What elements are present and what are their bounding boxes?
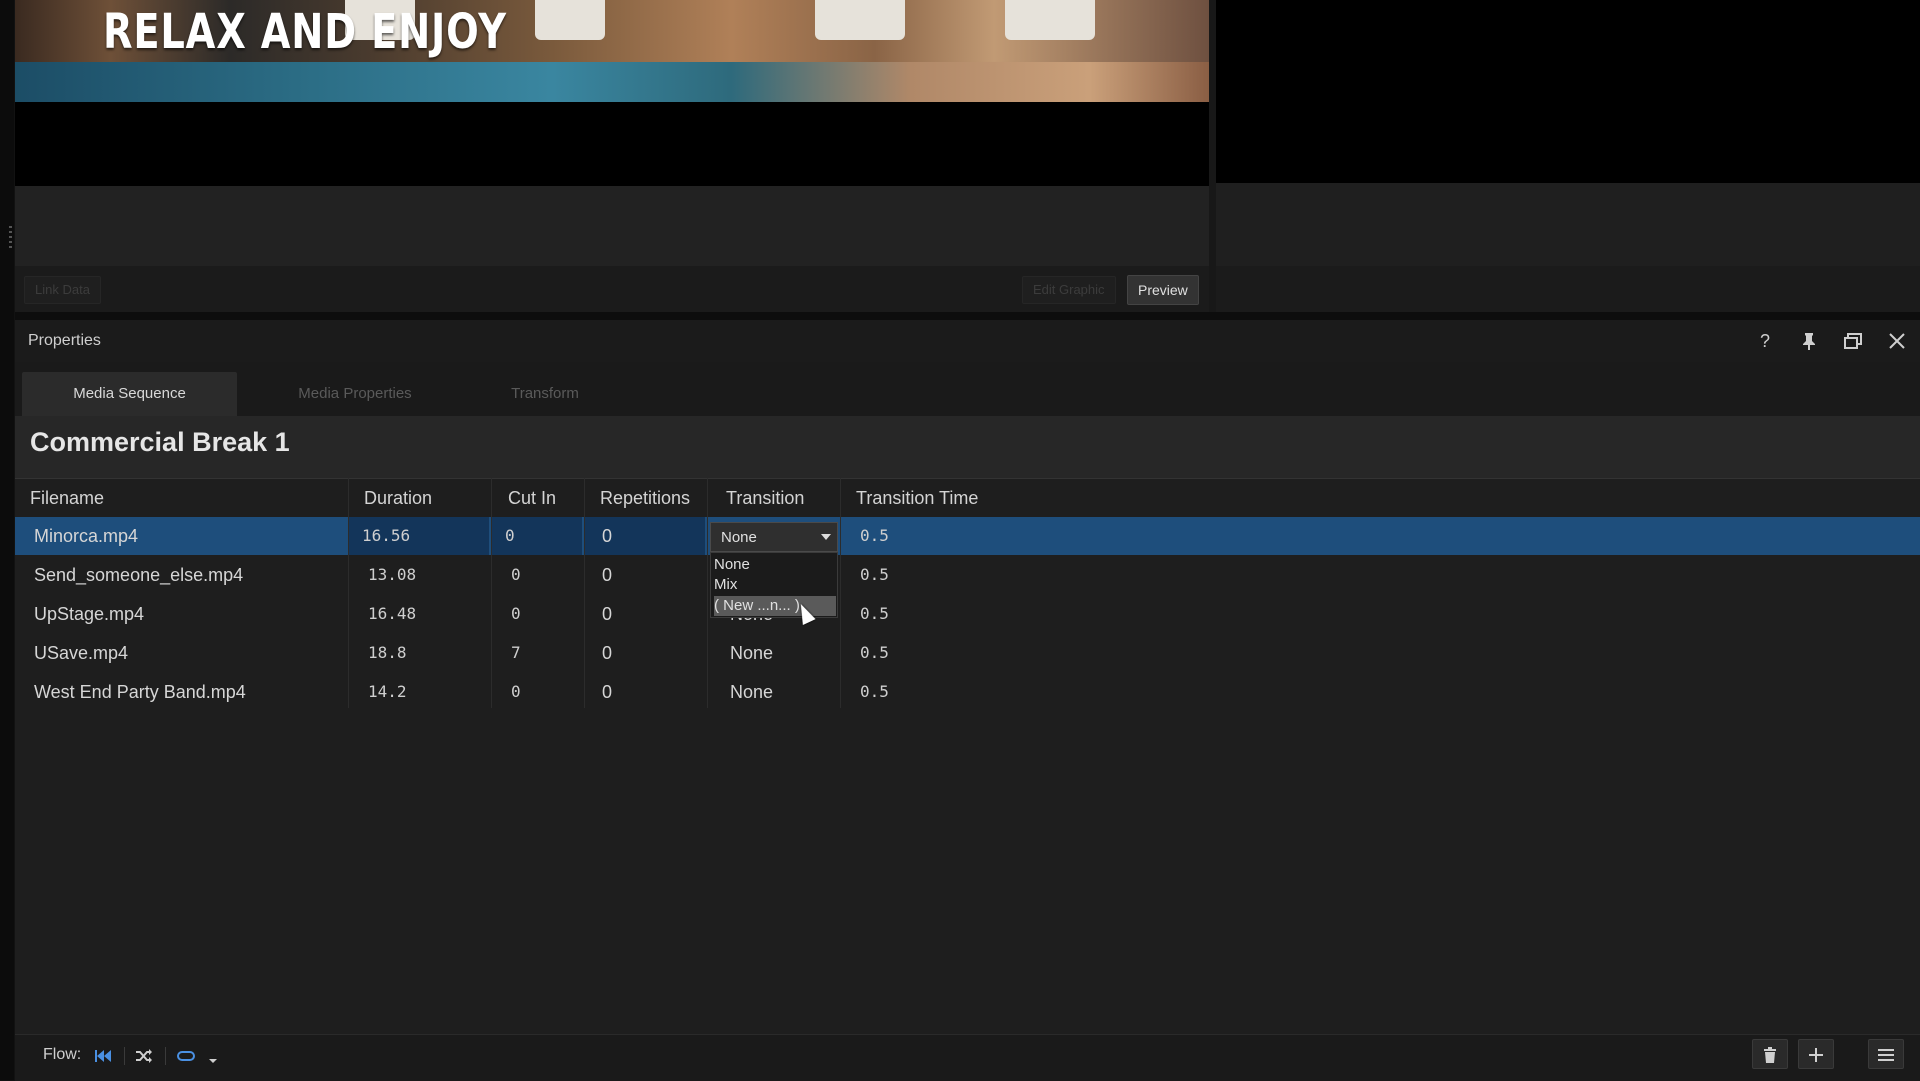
tab-transform[interactable]: Transform — [470, 372, 620, 416]
column-divider — [840, 478, 841, 708]
repetitions-cell[interactable]: 0 — [602, 595, 612, 633]
link-data-button[interactable]: Link Data — [24, 276, 101, 304]
flow-label: Flow: — [43, 1046, 82, 1063]
secondary-toolbar — [1216, 266, 1920, 312]
column-header-transition[interactable]: Transition — [726, 488, 804, 509]
column-divider — [584, 478, 585, 708]
repetitions-cell[interactable]: 0 — [585, 517, 705, 555]
umbrella-shape — [1005, 0, 1095, 40]
column-header-filename[interactable]: Filename — [30, 488, 104, 509]
panel-header — [15, 320, 1920, 362]
transition-option-none[interactable]: None — [714, 555, 836, 575]
footer-separator — [124, 1047, 125, 1065]
edit-graphic-button[interactable]: Edit Graphic — [1022, 276, 1116, 304]
transition-time-cell[interactable]: 0.5 — [860, 595, 889, 633]
cut-in-cell[interactable]: 0 — [511, 673, 521, 711]
preview-empty-area — [15, 186, 1209, 266]
sequence-title: Commercial Break 1 — [30, 427, 290, 457]
delete-button[interactable] — [1752, 1039, 1788, 1069]
transition-select[interactable]: None — [710, 522, 838, 552]
preview-button[interactable]: Preview — [1127, 275, 1199, 305]
duration-cell[interactable]: 18.8 — [368, 634, 407, 672]
add-icon — [1809, 1048, 1823, 1062]
pool-area — [15, 62, 1209, 102]
transition-cell[interactable]: None — [730, 634, 773, 672]
table-row[interactable]: Send_someone_else.mp4 13.08 0 0 0.5 — [15, 556, 1920, 594]
filename-cell[interactable]: West End Party Band.mp4 — [34, 673, 246, 711]
column-divider — [491, 478, 492, 708]
transition-time-cell[interactable]: 0.5 — [860, 556, 889, 594]
transition-select-value: None — [721, 529, 757, 546]
pin-icon[interactable] — [1794, 326, 1824, 356]
panel-title: Properties — [28, 332, 101, 349]
duration-cell[interactable]: 16.48 — [368, 595, 416, 633]
delete-icon — [1764, 1047, 1776, 1063]
column-header-duration[interactable]: Duration — [364, 488, 432, 509]
cut-in-cell[interactable]: 0 — [492, 517, 582, 555]
footer-separator — [165, 1047, 166, 1065]
umbrella-shape — [535, 0, 605, 40]
add-button[interactable] — [1798, 1039, 1834, 1069]
duration-cell[interactable]: 14.2 — [368, 673, 407, 711]
filename-cell[interactable]: USave.mp4 — [34, 634, 128, 672]
duration-cell[interactable]: 13.08 — [368, 556, 416, 594]
menu-icon — [1878, 1049, 1894, 1061]
secondary-preview — [1216, 0, 1920, 183]
cut-in-cell[interactable]: 7 — [511, 634, 521, 672]
transition-cell[interactable]: None — [730, 673, 773, 711]
filename-cell[interactable]: UpStage.mp4 — [34, 595, 144, 633]
umbrella-shape — [815, 0, 905, 40]
table-row[interactable]: Minorca.mp4 16.56 0 0 0.5 — [15, 517, 1920, 555]
table-row[interactable]: UpStage.mp4 16.48 0 0 None 0.5 — [15, 595, 1920, 633]
table-row[interactable]: West End Party Band.mp4 14.2 0 0 None 0.… — [15, 673, 1920, 711]
shuffle-icon[interactable] — [131, 1043, 157, 1069]
column-divider — [707, 478, 708, 708]
repetitions-cell[interactable]: 0 — [602, 673, 612, 711]
transition-option-mix[interactable]: Mix — [714, 575, 836, 595]
preview-toolbar: Link Data Edit Graphic Preview — [15, 266, 1209, 312]
dock-grip-handle[interactable] — [9, 226, 12, 248]
chevron-down-icon — [821, 534, 831, 540]
close-icon[interactable] — [1882, 326, 1912, 356]
column-header-transition-time[interactable]: Transition Time — [856, 488, 978, 509]
menu-button[interactable] — [1868, 1039, 1904, 1069]
transition-time-cell[interactable]: 0.5 — [860, 634, 889, 672]
transition-time-cell[interactable]: 0.5 — [860, 673, 889, 711]
table-row[interactable]: USave.mp4 18.8 7 0 None 0.5 — [15, 634, 1920, 672]
transition-time-cell[interactable]: 0.5 — [860, 517, 889, 555]
preview-split-gap — [1209, 0, 1216, 312]
dropdown-caret-icon[interactable] — [200, 1043, 226, 1069]
secondary-preview-empty-area — [1216, 183, 1920, 266]
cut-in-cell[interactable]: 0 — [511, 556, 521, 594]
skip-to-start-icon[interactable] — [90, 1043, 116, 1069]
panel-splitter[interactable] — [15, 312, 1920, 320]
filename-cell[interactable]: Send_someone_else.mp4 — [34, 556, 243, 594]
repetitions-cell[interactable]: 0 — [602, 556, 612, 594]
restore-window-icon[interactable] — [1838, 326, 1868, 356]
repetitions-cell[interactable]: 0 — [602, 634, 612, 672]
column-header-repetitions[interactable]: Repetitions — [600, 488, 690, 509]
video-overlay-title: RELAX AND ENJOY — [103, 4, 507, 60]
program-preview: RELAX AND ENJOY — [15, 0, 1209, 186]
help-icon[interactable]: ? — [1750, 326, 1780, 356]
duration-cell[interactable]: 16.56 — [349, 517, 489, 555]
panel-footer — [15, 1034, 1920, 1081]
sequence-title-bar — [15, 416, 1920, 479]
tab-media-sequence[interactable]: Media Sequence — [22, 372, 237, 416]
filename-cell[interactable]: Minorca.mp4 — [34, 517, 138, 555]
tab-media-properties[interactable]: Media Properties — [260, 372, 450, 416]
transition-option-new[interactable]: ( New ...n... ) — [714, 596, 836, 616]
column-header-cut-in[interactable]: Cut In — [508, 488, 556, 509]
column-divider — [348, 478, 349, 708]
cut-in-cell[interactable]: 0 — [511, 595, 521, 633]
left-dock-rail — [0, 0, 14, 1080]
loop-icon[interactable] — [173, 1043, 199, 1069]
